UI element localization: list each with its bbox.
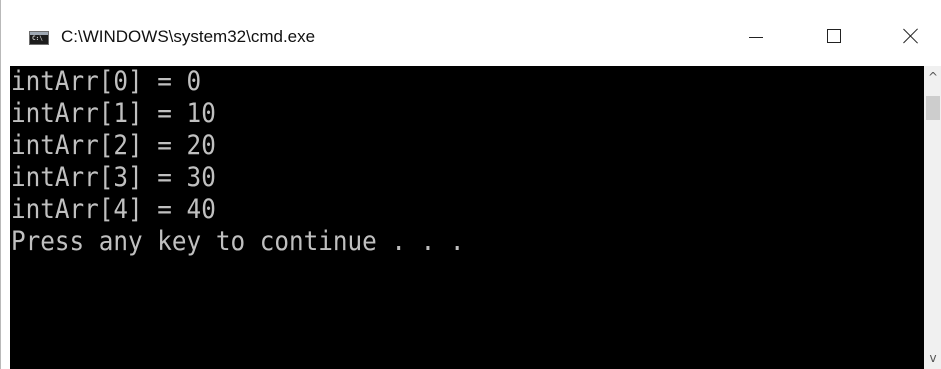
minimize-button[interactable] xyxy=(731,18,781,54)
console-line: intArr[3] = 30 xyxy=(11,162,216,193)
vertical-scrollbar[interactable]: ^ v xyxy=(924,66,941,369)
console-line: intArr[2] = 20 xyxy=(11,130,216,161)
console-line: intArr[4] = 40 xyxy=(11,194,216,225)
maximize-button[interactable] xyxy=(809,18,859,54)
console-output[interactable]: intArr[0] = 0 intArr[1] = 10 intArr[2] =… xyxy=(10,66,924,369)
minimize-icon xyxy=(749,36,763,38)
close-button[interactable] xyxy=(886,18,936,54)
scroll-down-arrow-icon[interactable]: v xyxy=(924,347,941,369)
console-line: Press any key to continue . . . xyxy=(11,226,465,257)
scroll-up-arrow-icon[interactable]: ^ xyxy=(924,66,941,88)
maximize-icon xyxy=(827,29,841,43)
cmd-console-icon[interactable]: C:\ xyxy=(29,31,49,45)
window-title: C:\WINDOWS\system32\cmd.exe xyxy=(61,27,316,46)
console-line: intArr[1] = 10 xyxy=(11,98,216,129)
close-icon xyxy=(902,27,920,45)
console-line: intArr[0] = 0 xyxy=(11,66,202,97)
cmd-icon-text: C:\ xyxy=(32,35,43,42)
scrollbar-thumb[interactable] xyxy=(926,96,940,120)
title-bar[interactable]: C:\ C:\WINDOWS\system32\cmd.exe xyxy=(1,0,941,66)
cmd-window: C:\ C:\WINDOWS\system32\cmd.exe intArr[0… xyxy=(0,0,941,369)
